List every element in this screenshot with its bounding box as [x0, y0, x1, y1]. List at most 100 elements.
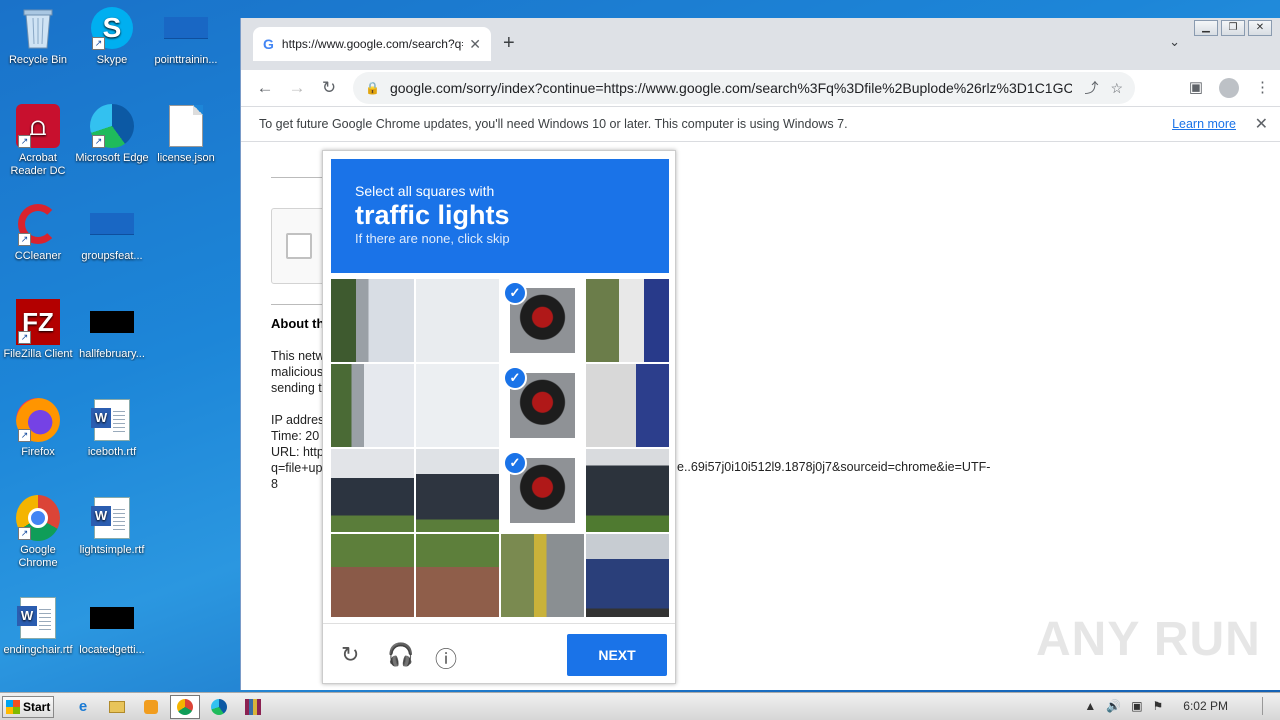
selected-check-icon: ✓	[503, 451, 527, 475]
desktop-icon-skype[interactable]: S ↗ Skype	[74, 6, 150, 67]
grid-tile[interactable]	[416, 279, 499, 362]
learn-more-link[interactable]: Learn more	[1172, 117, 1236, 131]
about-paragraph: This netw malicious sending t	[271, 349, 325, 395]
chevron-down-icon[interactable]: ⌄	[1169, 34, 1180, 50]
ie-taskbar-icon[interactable]: e	[68, 695, 98, 719]
grid-tile[interactable]	[586, 449, 669, 532]
tab-title: https://www.google.com/search?q=	[281, 37, 464, 51]
reload-icon[interactable]: ↻	[313, 78, 345, 98]
close-infobar-icon[interactable]: ✕	[1255, 114, 1268, 134]
desktop-icon-label: Microsoft Edge	[75, 152, 149, 164]
google-g-icon: G	[263, 36, 274, 52]
lock-icon: 🔒	[365, 81, 380, 95]
system-tray: ▲ 🔊 ▣ ⚑ 6:02 PM	[1084, 697, 1272, 715]
image-grid: ✓ ✓ ✓	[331, 279, 669, 617]
profile-avatar-icon[interactable]	[1219, 78, 1239, 98]
challenge-hint: If there are none, click skip	[355, 231, 510, 246]
action-center-flag-icon[interactable]: ⚑	[1153, 699, 1164, 713]
desktop-icon-label: hallfebruary...	[79, 348, 145, 360]
update-infobar: To get future Google Chrome updates, you…	[241, 106, 1280, 142]
grid-tile[interactable]	[416, 364, 499, 447]
desktop-icon-chrome[interactable]: ↗ Google Chrome	[0, 495, 76, 570]
grid-tile[interactable]	[331, 534, 414, 617]
edge-icon: ↗	[90, 104, 134, 148]
selected-check-icon: ✓	[503, 281, 527, 305]
challenge-header: Select all squares with traffic lights I…	[331, 159, 669, 273]
word-document-icon: W	[90, 496, 134, 540]
recaptcha-challenge: Select all squares with traffic lights I…	[322, 150, 676, 684]
chrome-taskbar-icon[interactable]	[170, 694, 200, 719]
file-thumbnail-icon	[90, 202, 134, 246]
grid-tile[interactable]	[586, 534, 669, 617]
volume-icon[interactable]: 🔊	[1106, 699, 1121, 713]
side-panel-icon[interactable]: ▣	[1189, 78, 1203, 98]
show-desktop-icon[interactable]	[1262, 697, 1272, 715]
desktop-icon-ccleaner[interactable]: ↗ CCleaner	[0, 202, 76, 263]
explorer-taskbar-icon[interactable]	[102, 695, 132, 719]
grid-tile[interactable]	[501, 534, 584, 617]
grid-tile[interactable]	[331, 449, 414, 532]
desktop-icon-label: FileZilla Client	[3, 348, 73, 360]
tray-expand-icon[interactable]: ▲	[1084, 699, 1096, 713]
grid-tile[interactable]	[331, 364, 414, 447]
challenge-target: traffic lights	[355, 200, 510, 230]
ip-details: IP addres Time: 20 URL: http q=file+up 8	[271, 413, 325, 491]
desktop-icon-recycle-bin[interactable]: Recycle Bin	[0, 6, 76, 67]
desktop-icon-label: CCleaner	[14, 250, 62, 262]
desktop-icon-iceboth[interactable]: W iceboth.rtf	[74, 398, 150, 459]
address-url: google.com/sorry/index?continue=https://…	[389, 80, 1073, 96]
star-icon[interactable]: ☆	[1110, 80, 1123, 97]
address-bar[interactable]: 🔒 google.com/sorry/index?continue=https:…	[353, 72, 1135, 104]
media-player-taskbar-icon[interactable]	[136, 695, 166, 719]
menu-kebab-icon[interactable]: ⋮	[1255, 78, 1270, 98]
grid-tile[interactable]	[416, 534, 499, 617]
recaptcha-checkbox[interactable]	[286, 233, 312, 259]
desktop-icon-locatedgetti[interactable]: locatedgetti...	[74, 596, 150, 657]
grid-tile[interactable]	[331, 279, 414, 362]
grid-tile[interactable]	[586, 364, 669, 447]
file-thumbnail-icon	[90, 596, 134, 640]
recycle-bin-icon	[16, 6, 60, 50]
desktop-icon-label: endingchair.rtf	[3, 644, 73, 656]
network-icon[interactable]: ▣	[1131, 699, 1142, 713]
grid-tile[interactable]	[586, 279, 669, 362]
desktop-icon-label: locatedgetti...	[79, 644, 145, 656]
desktop-icon-lightsimple[interactable]: W lightsimple.rtf	[74, 496, 150, 557]
info-icon[interactable]: ⓘ	[435, 642, 457, 674]
acrobat-icon: ⩍ ↗	[16, 104, 60, 148]
start-button[interactable]: Start	[2, 695, 54, 718]
headphones-icon[interactable]: 🎧	[387, 642, 414, 668]
restore-icon[interactable]: ❐	[1221, 20, 1245, 36]
desktop-icon-firefox[interactable]: ↗ Firefox	[0, 398, 76, 459]
desktop-icon-pointtrainin[interactable]: pointtrainin...	[148, 6, 224, 67]
next-button[interactable]: NEXT	[567, 634, 667, 676]
grid-tile[interactable]: ✓	[501, 449, 584, 532]
new-tab-icon[interactable]: +	[503, 32, 515, 55]
skype-icon: S ↗	[90, 6, 134, 50]
desktop-icon-groupsfeat[interactable]: groupsfeat...	[74, 202, 150, 263]
grid-tile[interactable]	[416, 449, 499, 532]
desktop-icon-acrobat[interactable]: ⩍ ↗ Acrobat Reader DC	[0, 104, 76, 178]
grid-tile[interactable]: ✓	[501, 364, 584, 447]
clock[interactable]: 6:02 PM	[1183, 699, 1228, 713]
tab-google-search[interactable]: G https://www.google.com/search?q= ✕	[253, 27, 491, 61]
desktop-icon-edge[interactable]: ↗ Microsoft Edge	[74, 104, 150, 165]
taskbar: Start e ▲ 🔊 ▣ ⚑ 6:02 PM	[0, 692, 1280, 720]
desktop-icon-endingchair[interactable]: W endingchair.rtf	[0, 596, 76, 657]
edge-taskbar-icon[interactable]	[204, 695, 234, 719]
winrar-taskbar-icon[interactable]	[238, 695, 268, 719]
close-window-icon[interactable]: ✕	[1248, 20, 1272, 36]
word-document-icon: W	[16, 596, 60, 640]
forward-arrow-icon[interactable]: →	[281, 78, 313, 98]
desktop-icon-filezilla[interactable]: FZ ↗ FileZilla Client	[0, 299, 76, 361]
share-icon[interactable]: ⤴	[1084, 78, 1098, 98]
minimize-icon[interactable]: ▁	[1194, 20, 1218, 36]
infobar-message: To get future Google Chrome updates, you…	[259, 117, 848, 131]
reload-challenge-icon[interactable]: ↻	[341, 642, 359, 668]
url-tail-text: e..69i57j0i10i512l9.1878j0j7&sourceid=ch…	[677, 460, 991, 474]
tab-close-icon[interactable]: ✕	[469, 36, 481, 53]
grid-tile[interactable]: ✓	[501, 279, 584, 362]
desktop-icon-license-json[interactable]: license.json	[148, 104, 224, 165]
desktop-icon-hallfebruary[interactable]: hallfebruary...	[74, 300, 150, 361]
back-arrow-icon[interactable]: ←	[249, 78, 281, 98]
